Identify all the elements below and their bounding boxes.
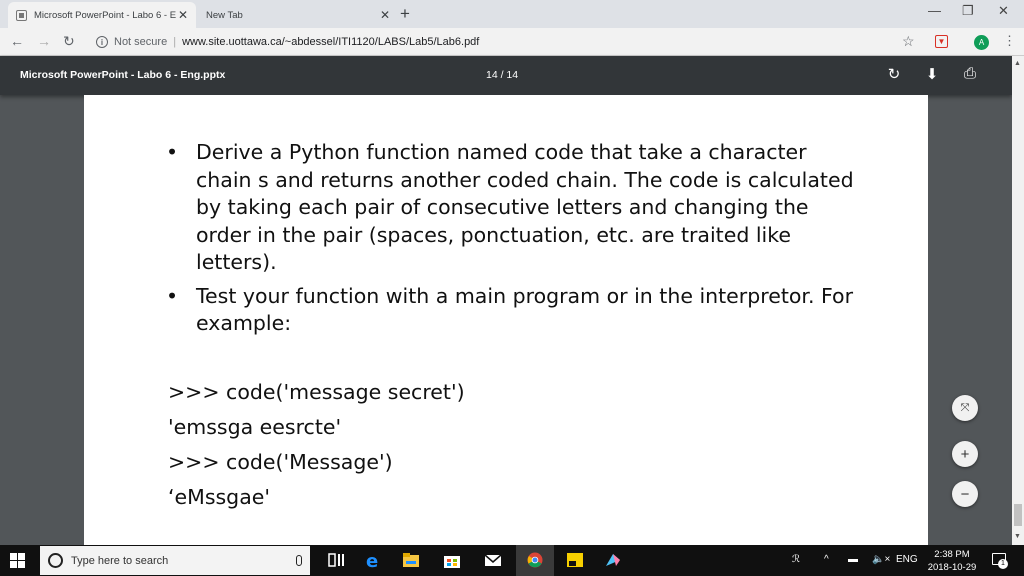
restore-icon[interactable]: ❐	[962, 3, 974, 19]
chevron-up-icon[interactable]: ^	[824, 554, 829, 565]
fit-page-button[interactable]: ⤧	[952, 395, 978, 421]
reload-icon[interactable]: ↻	[63, 33, 75, 50]
code-line: 'emssga eesrcte'	[168, 415, 342, 439]
tab-title: New Tab	[206, 9, 243, 21]
edge-icon[interactable]: e	[364, 552, 382, 568]
mail-icon[interactable]	[484, 552, 502, 568]
bookmark-star-icon[interactable]: ☆	[902, 33, 915, 50]
microphone-icon[interactable]	[296, 555, 302, 566]
battery-icon[interactable]: ▬	[848, 554, 858, 565]
close-tab-icon[interactable]: ✕	[178, 8, 188, 22]
tab-title: Microsoft PowerPoint - Labo 6 - E	[34, 9, 177, 21]
search-placeholder: Type here to search	[71, 554, 169, 567]
address-bar: ← → ↻ i Not secure | www.site.uottawa.ca…	[0, 28, 1024, 56]
windows-start-icon[interactable]	[10, 553, 25, 568]
minimize-icon[interactable]: —	[928, 3, 941, 18]
code-line: ‘eMssgae'	[168, 485, 270, 509]
plus-icon: +	[960, 445, 970, 463]
zoom-out-button[interactable]: −	[952, 481, 978, 507]
document-icon	[16, 9, 27, 21]
rotate-icon[interactable]: ↻	[884, 65, 904, 83]
cortana-icon	[48, 553, 63, 568]
extension-icon[interactable]: ▼	[935, 35, 948, 48]
forward-icon[interactable]: →	[37, 33, 51, 49]
vertical-scrollbar[interactable]: ▲ ▼	[1012, 56, 1024, 545]
page-indicator[interactable]: 14 / 14	[486, 69, 518, 81]
volume-muted-icon[interactable]: 🔈×	[872, 554, 890, 565]
notification-badge: 1	[998, 559, 1008, 569]
clock[interactable]: 2:38 PM 2018-10-29	[922, 548, 982, 574]
file-explorer-icon[interactable]	[402, 552, 420, 568]
pdf-toolbar: Microsoft PowerPoint - Labo 6 - Eng.pptx…	[0, 56, 1012, 95]
tab-powerpoint[interactable]: Microsoft PowerPoint - Labo 6 - E ✕	[8, 2, 196, 28]
scroll-thumb[interactable]	[1014, 504, 1022, 526]
code-line: >>> code('message secret')	[168, 380, 465, 404]
bullet-text: Test your function with a main program o…	[196, 283, 854, 336]
code-example: >>> code('message secret') 'emssga eesrc…	[168, 375, 465, 515]
clock-date: 2018-10-29	[927, 562, 977, 573]
svg-text:e: e	[366, 552, 378, 568]
zoom-in-button[interactable]: +	[952, 441, 978, 467]
task-view-icon[interactable]	[328, 552, 346, 568]
bullet-dot: •	[166, 140, 179, 164]
pdf-title: Microsoft PowerPoint - Labo 6 - Eng.pptx	[20, 69, 226, 81]
bullet-text: Derive a Python function named code that…	[196, 140, 854, 274]
security-label: Not secure	[114, 36, 168, 48]
tab-new-tab[interactable]: New Tab ✕	[198, 2, 398, 28]
language-indicator[interactable]: ENG	[896, 554, 918, 565]
code-line: >>> code('Message')	[168, 450, 393, 474]
bullet-list: • Derive a Python function named code th…	[166, 139, 856, 344]
sticky-notes-icon[interactable]	[566, 552, 584, 568]
url-input[interactable]: i Not secure | www.site.uottawa.ca/~abde…	[90, 32, 926, 52]
list-item: • Test your function with a main program…	[166, 283, 856, 338]
fit-page-icon: ⤧	[960, 401, 970, 414]
minus-icon: −	[960, 485, 970, 503]
tab-strip: Microsoft PowerPoint - Labo 6 - E ✕ New …	[0, 0, 1024, 28]
people-icon[interactable]: ℛ	[792, 554, 800, 565]
chrome-icon[interactable]	[526, 552, 544, 568]
info-icon[interactable]: i	[96, 36, 108, 48]
close-window-icon[interactable]: ✕	[998, 3, 1009, 19]
store-icon[interactable]	[443, 552, 461, 568]
url-text: www.site.uottawa.ca/~abdessel/ITI1120/LA…	[182, 36, 480, 48]
back-icon[interactable]: ←	[10, 33, 24, 49]
pdf-page: • Derive a Python function named code th…	[84, 95, 928, 545]
divider: |	[173, 36, 177, 48]
list-item: • Derive a Python function named code th…	[166, 139, 856, 277]
paint-3d-icon[interactable]	[604, 552, 622, 568]
clock-time: 2:38 PM	[934, 549, 970, 560]
menu-kebab-icon[interactable]: ⋮	[1003, 33, 1016, 49]
profile-avatar[interactable]: A	[974, 35, 989, 50]
bullet-dot: •	[166, 283, 179, 308]
scroll-up-icon[interactable]: ▲	[1014, 60, 1021, 67]
close-tab-icon[interactable]: ✕	[380, 8, 390, 22]
download-icon[interactable]: ⬇	[922, 65, 942, 83]
taskbar-search-input[interactable]: Type here to search	[40, 546, 310, 575]
scroll-down-icon[interactable]: ▼	[1014, 533, 1021, 540]
taskbar: Type here to search e ℛ ^ ▬ 🔈× ENG 2:38 …	[0, 545, 1024, 576]
print-icon[interactable]: ⎙	[960, 65, 980, 82]
new-tab-button[interactable]: +	[400, 4, 410, 24]
